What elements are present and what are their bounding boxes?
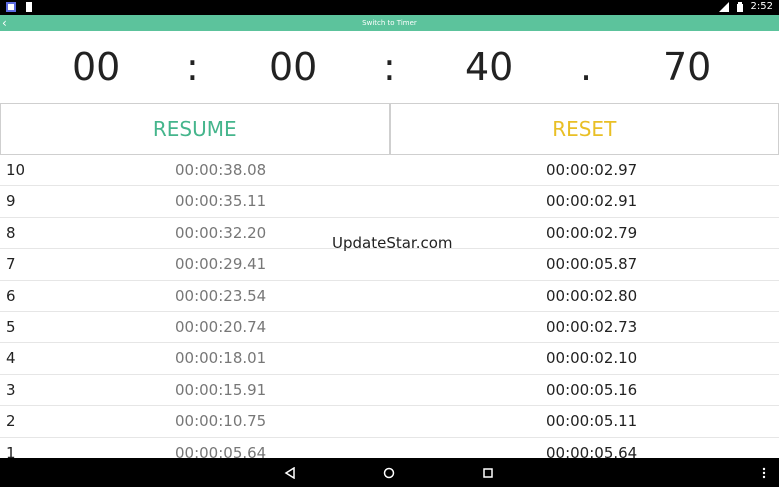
home-nav-button[interactable] (377, 458, 401, 487)
timer-centiseconds: 70 (663, 45, 712, 89)
lap-number: 4 (6, 349, 16, 368)
lap-number: 5 (6, 317, 16, 336)
lap-split-time: 00:00:02.80 (546, 286, 638, 305)
lap-split-time: 00:00:02.91 (546, 192, 638, 211)
sd-card-icon (26, 2, 32, 12)
lap-split-time: 00:00:05.16 (546, 380, 638, 399)
lap-number: 2 (6, 412, 16, 431)
lap-row: 4 00:00:18.01 00:00:02.10 (0, 343, 779, 375)
lap-split-time: 00:00:02.73 (546, 317, 638, 336)
watermark: UpdateStar.com (332, 234, 453, 252)
lap-split-time: 00:00:02.10 (546, 349, 638, 368)
battery-icon (736, 1, 743, 12)
stopwatch-display: 00 : 00 : 40 . 70 (0, 31, 779, 103)
signal-icon (718, 1, 729, 12)
lap-total-time: 00:00:05.64 (175, 443, 267, 458)
lap-number: 9 (6, 192, 16, 211)
lap-row: 5 00:00:20.74 00:00:02.73 (0, 312, 779, 344)
resume-button[interactable]: RESUME (0, 103, 390, 155)
app-bar: ‹ Switch to Timer (0, 15, 779, 31)
timer-hours: 00 (72, 45, 121, 89)
lap-number: 10 (6, 161, 26, 179)
navigation-bar (0, 458, 779, 487)
lap-row: 3 00:00:15.91 00:00:05.16 (0, 375, 779, 407)
lap-list: 10 00:00:38.08 00:00:02.97 9 00:00:35.11… (0, 155, 779, 458)
lap-number: 8 (6, 223, 16, 242)
lap-row: 9 00:00:35.11 00:00:02.91 (0, 186, 779, 218)
lap-split-time: 00:00:05.87 (546, 255, 638, 274)
back-nav-button[interactable] (278, 458, 302, 487)
control-buttons: RESUME RESET (0, 103, 779, 155)
recents-square-icon (483, 467, 493, 478)
lap-row: 7 00:00:29.41 00:00:05.87 (0, 249, 779, 281)
lap-number: 3 (6, 380, 16, 399)
lap-number: 1 (6, 443, 16, 458)
lap-total-time: 00:00:18.01 (175, 349, 267, 368)
lap-total-time: 00:00:10.75 (175, 412, 267, 431)
lap-split-time: 00:00:02.79 (546, 223, 638, 242)
more-vert-icon (762, 467, 766, 478)
lap-split-time: 00:00:02.97 (546, 161, 638, 179)
lap-number: 7 (6, 255, 16, 274)
status-bar: 2:52 (0, 0, 779, 15)
lap-total-time: 00:00:23.54 (175, 286, 267, 305)
overflow-menu-button[interactable] (756, 458, 772, 487)
lap-row: 6 00:00:23.54 00:00:02.80 (0, 281, 779, 312)
status-time: 2:52 (750, 1, 773, 12)
lap-row: 2 00:00:10.75 00:00:05.11 (0, 406, 779, 438)
app-notification-icon (6, 2, 16, 12)
back-triangle-icon (284, 466, 295, 479)
lap-total-time: 00:00:35.11 (175, 192, 267, 211)
timer-minutes: 00 (269, 45, 318, 89)
lap-total-time: 00:00:15.91 (175, 380, 267, 399)
lap-total-time: 00:00:29.41 (175, 255, 267, 274)
lap-total-time: 00:00:38.08 (175, 161, 267, 179)
lap-row: 1 00:00:05.64 00:00:05.64 (0, 438, 779, 458)
lap-split-time: 00:00:05.64 (546, 443, 638, 458)
timer-separator: : (383, 45, 396, 89)
reset-button[interactable]: RESET (389, 103, 779, 155)
home-circle-icon (383, 467, 395, 478)
lap-total-time: 00:00:20.74 (175, 317, 267, 336)
lap-row: 10 00:00:38.08 00:00:02.97 (0, 155, 779, 187)
timer-separator: . (580, 45, 593, 89)
timer-separator: : (186, 45, 199, 89)
lap-number: 6 (6, 286, 16, 305)
lap-total-time: 00:00:32.20 (175, 223, 267, 242)
lap-split-time: 00:00:05.11 (546, 412, 638, 431)
switch-to-timer-title[interactable]: Switch to Timer (0, 15, 779, 31)
timer-seconds: 40 (465, 45, 514, 89)
recents-nav-button[interactable] (476, 458, 500, 487)
